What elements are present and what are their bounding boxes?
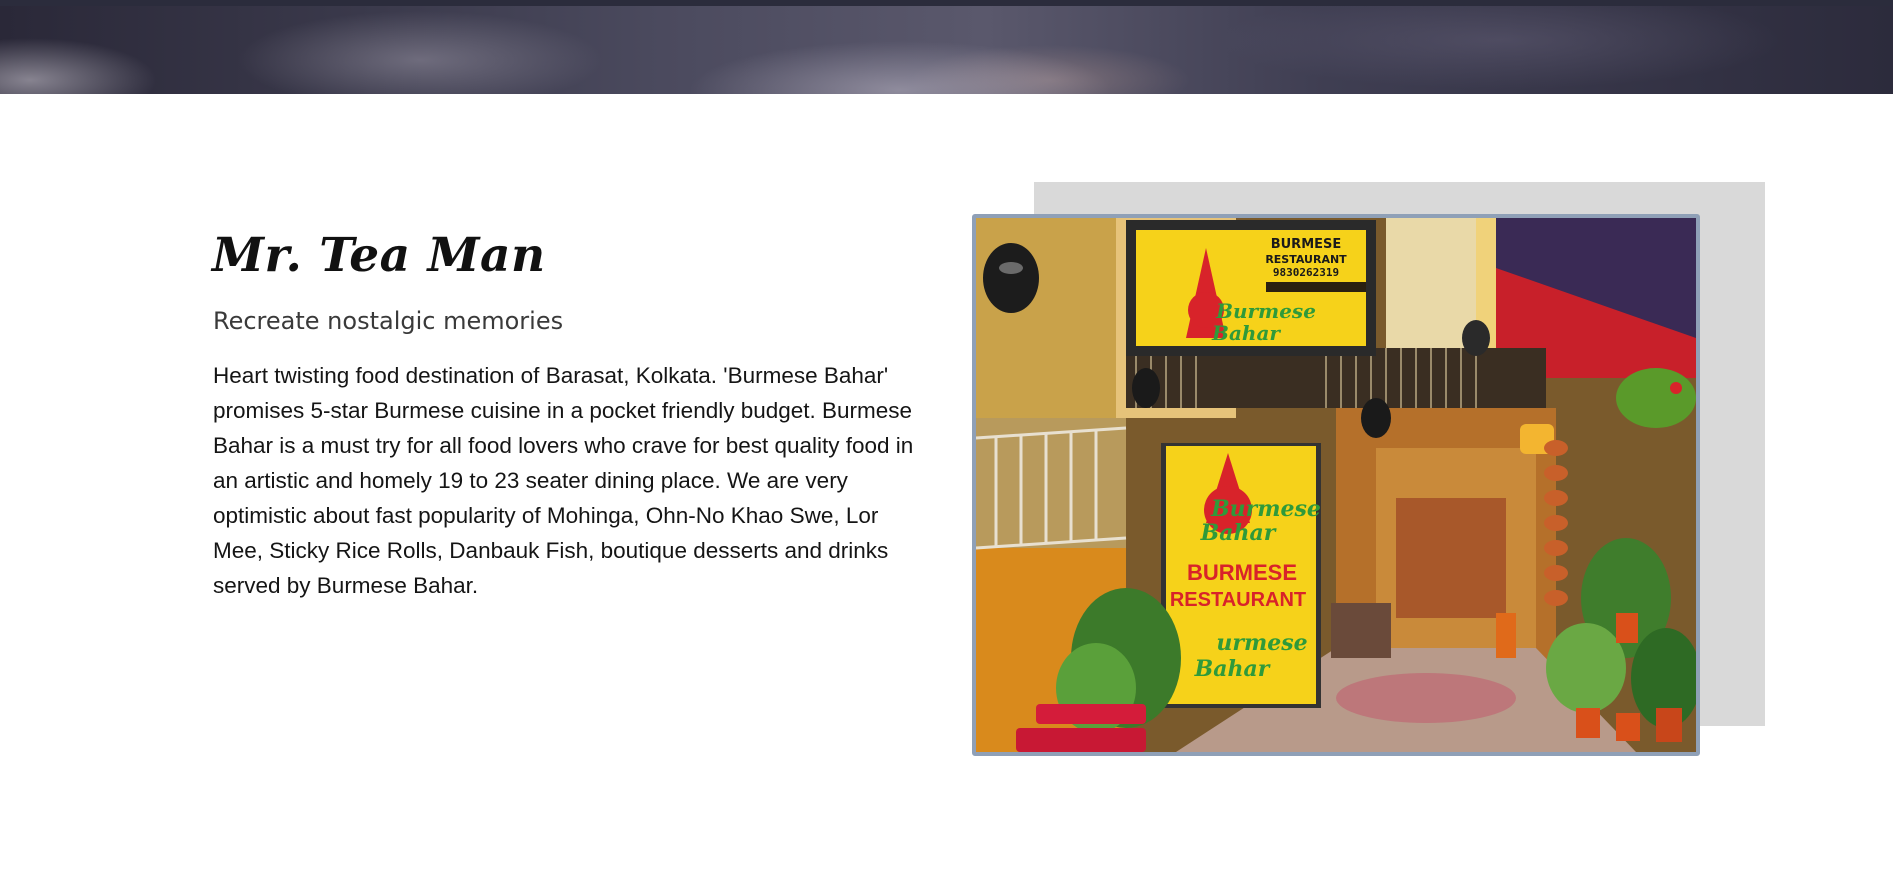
sign-main-logo-bottom-line1: urmese <box>1216 630 1307 656</box>
restaurant-photo: BURMESE RESTAURANT 9830262319 Burmese Ba… <box>972 214 1700 756</box>
hero-banner-strip <box>0 0 1893 94</box>
sign-top-logo-line1: Burmese <box>1215 299 1316 323</box>
sign-top-logo-line2: Bahar <box>1211 321 1281 345</box>
hero-top-bar <box>0 0 1893 6</box>
about-description: Heart twisting food destination of Baras… <box>213 363 914 598</box>
sign-top-line2: RESTAURANT <box>1265 253 1347 266</box>
sign-main-line1: BURMESE <box>1187 560 1297 585</box>
page-subtitle: Recreate nostalgic memories <box>213 307 564 335</box>
page-title: Mr. Tea Man <box>212 228 546 283</box>
sign-top: BURMESE RESTAURANT 9830262319 Burmese Ba… <box>1126 220 1376 356</box>
sign-main-line2: RESTAURANT <box>1170 589 1306 611</box>
sign-main-logo-line2: Bahar <box>1200 520 1277 546</box>
sign-main-logo-bottom-line2: Bahar <box>1194 656 1271 682</box>
restaurant-photo-illustration: BURMESE RESTAURANT 9830262319 Burmese Ba… <box>976 218 1696 752</box>
sign-main: Burmese Bahar BURMESE RESTAURANT urmese … <box>1161 443 1321 708</box>
sign-top-line1: BURMESE <box>1271 237 1342 252</box>
sign-main-logo-line1: Burmese <box>1210 496 1321 522</box>
sign-top-phone: 9830262319 <box>1273 266 1339 279</box>
